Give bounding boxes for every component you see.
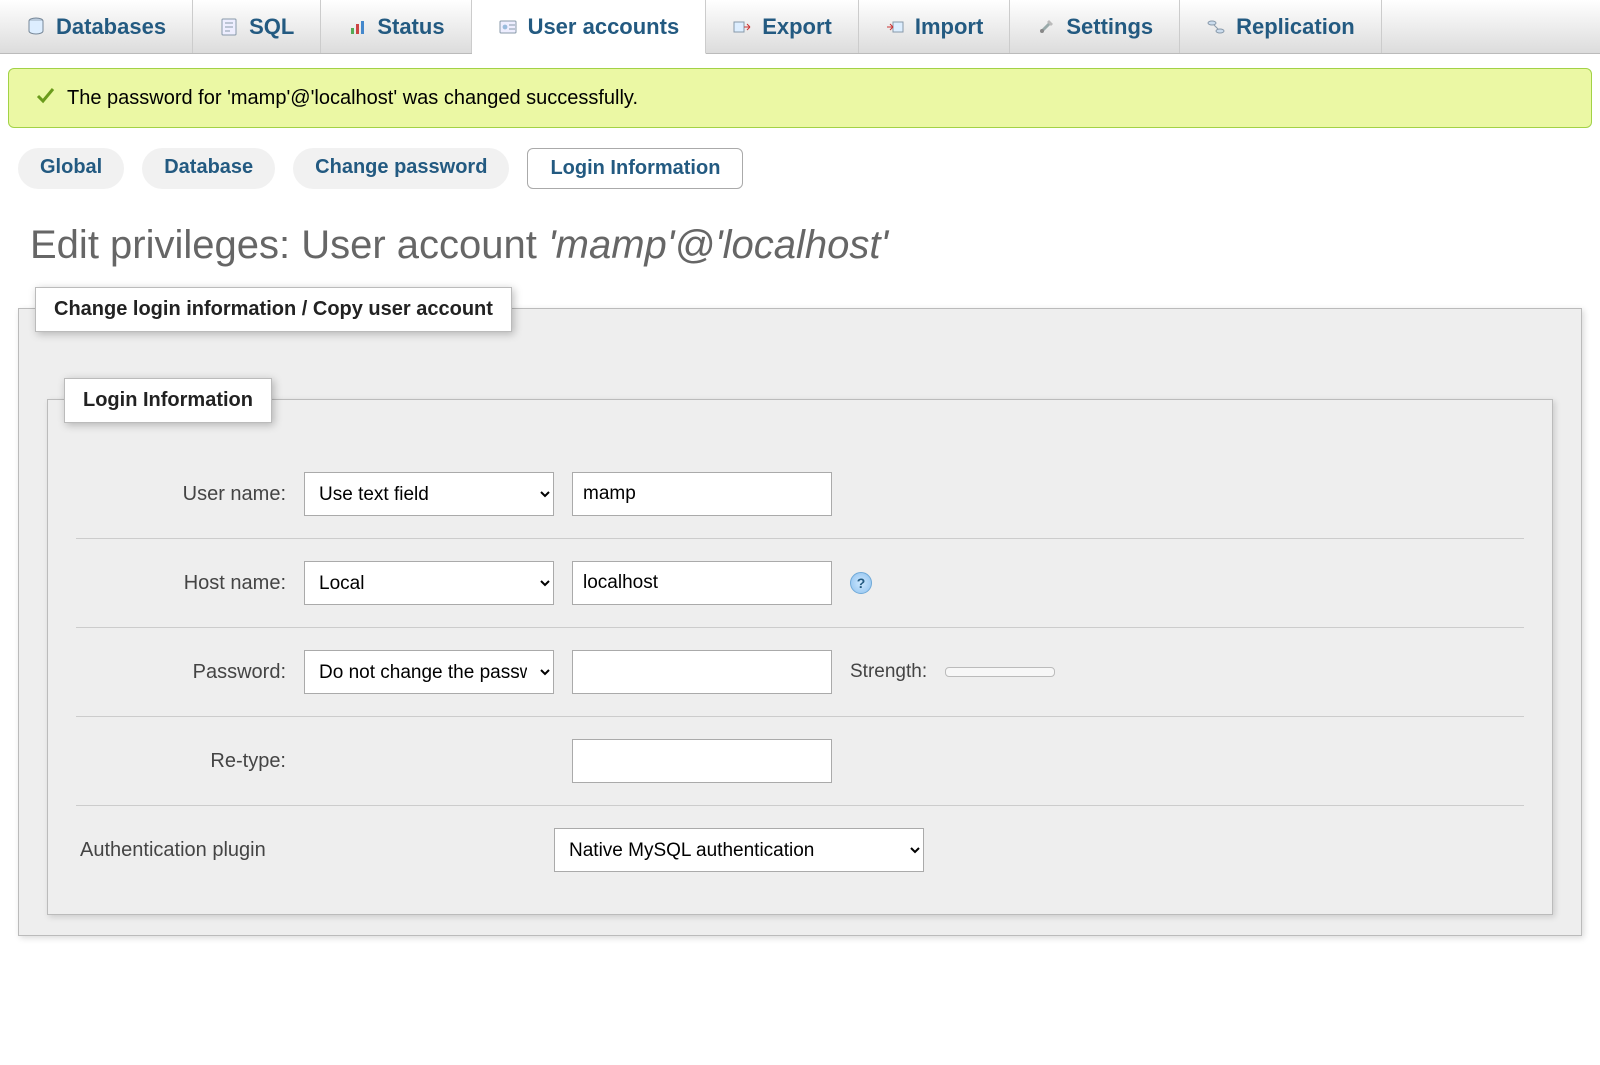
tab-label: Replication [1236, 14, 1355, 40]
top-tabs: Databases SQL Status User accounts Expor… [0, 0, 1600, 54]
export-icon [732, 17, 752, 37]
page-heading: Edit privileges: User account 'mamp'@'lo… [30, 223, 1582, 268]
retype-label: Re-type: [76, 750, 286, 773]
tab-label: Export [762, 14, 832, 40]
retype-input[interactable] [572, 739, 832, 783]
tab-user-accounts[interactable]: User accounts [472, 0, 707, 54]
row-password: Password: Do not change the password Str… [76, 628, 1524, 717]
subtab-database[interactable]: Database [142, 148, 275, 189]
change-login-info-panel: Change login information / Copy user acc… [18, 308, 1582, 936]
heading-prefix: Edit privileges: User account [30, 223, 548, 267]
outer-legend: Change login information / Copy user acc… [35, 287, 512, 332]
check-icon [35, 85, 55, 111]
subtab-change-password[interactable]: Change password [293, 148, 509, 189]
hostname-input[interactable] [572, 561, 832, 605]
authplugin-select[interactable]: Native MySQL authentication [554, 828, 924, 872]
success-notice: The password for 'mamp'@'localhost' was … [8, 68, 1592, 128]
row-auth-plugin: Authentication plugin Native MySQL authe… [76, 806, 1524, 894]
subtab-login-information[interactable]: Login Information [527, 148, 743, 189]
status-icon [347, 17, 367, 37]
sub-tabs: Global Database Change password Login In… [0, 128, 1600, 195]
sql-icon [219, 17, 239, 37]
tab-databases[interactable]: Databases [0, 0, 193, 53]
tab-label: Import [915, 14, 983, 40]
row-retype: Re-type: [76, 717, 1524, 806]
subtab-global[interactable]: Global [18, 148, 124, 189]
tab-sql[interactable]: SQL [193, 0, 321, 53]
strength-meter [945, 667, 1055, 677]
tab-label: User accounts [528, 14, 680, 40]
tab-label: Databases [56, 14, 166, 40]
tab-settings[interactable]: Settings [1010, 0, 1180, 53]
tab-import[interactable]: Import [859, 0, 1010, 53]
username-input[interactable] [572, 472, 832, 516]
authplugin-label: Authentication plugin [76, 839, 536, 862]
tab-status[interactable]: Status [321, 0, 471, 53]
settings-icon [1036, 17, 1056, 37]
replication-icon [1206, 17, 1226, 37]
hostname-label: Host name: [76, 572, 286, 595]
import-icon [885, 17, 905, 37]
hostname-mode-select[interactable]: Local [304, 561, 554, 605]
help-icon[interactable]: ? [850, 572, 872, 594]
tab-replication[interactable]: Replication [1180, 0, 1382, 53]
user-accounts-icon [498, 17, 518, 37]
row-hostname: Host name: Local ? [76, 539, 1524, 628]
database-icon [26, 17, 46, 37]
tab-export[interactable]: Export [706, 0, 859, 53]
heading-account: 'mamp'@'localhost' [548, 223, 888, 267]
inner-legend: Login Information [64, 378, 272, 423]
row-username: User name: Use text field [76, 450, 1524, 539]
success-text: The password for 'mamp'@'localhost' was … [67, 87, 638, 110]
password-label: Password: [76, 661, 286, 684]
username-label: User name: [76, 483, 286, 506]
login-information-panel: Login Information User name: Use text fi… [47, 399, 1553, 915]
tab-label: SQL [249, 14, 294, 40]
tab-label: Settings [1066, 14, 1153, 40]
password-input[interactable] [572, 650, 832, 694]
username-mode-select[interactable]: Use text field [304, 472, 554, 516]
password-mode-select[interactable]: Do not change the password [304, 650, 554, 694]
tab-label: Status [377, 14, 444, 40]
strength-label: Strength: [850, 661, 927, 683]
